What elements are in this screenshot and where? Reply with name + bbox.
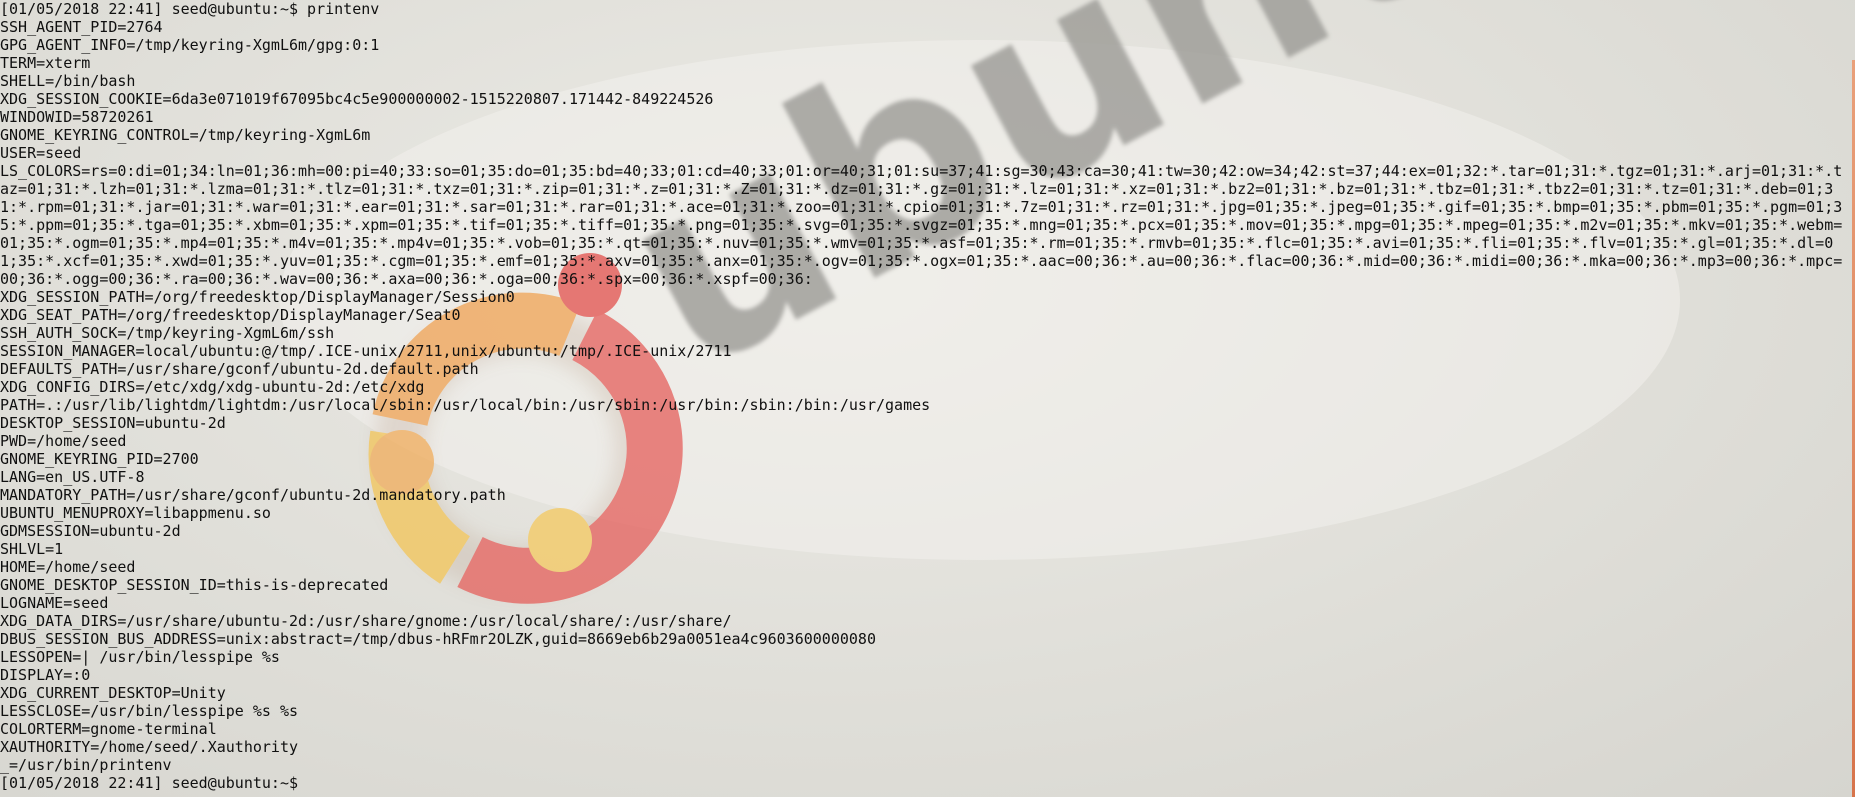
terminal-line: TERM=xterm	[0, 54, 91, 72]
terminal-output[interactable]: [01/05/2018 22:41] seed@ubuntu:~$ printe…	[0, 0, 1850, 792]
terminal-line: PATH=.:/usr/lib/lightdm/lightdm:/usr/loc…	[0, 396, 931, 414]
terminal-line: GNOME_KEYRING_PID=2700	[0, 450, 199, 468]
terminal-prompt: [01/05/2018 22:41] seed@ubuntu:~$	[0, 774, 308, 792]
terminal-line: SESSION_MANAGER=local/ubuntu:@/tmp/.ICE-…	[0, 342, 732, 360]
terminal-line: DBUS_SESSION_BUS_ADDRESS=unix:abstract=/…	[0, 630, 876, 648]
terminal-line: COLORTERM=gnome-terminal	[0, 720, 217, 738]
terminal-line: LOGNAME=seed	[0, 594, 109, 612]
terminal-line: SSH_AGENT_PID=2764	[0, 18, 163, 36]
terminal-line: WINDOWID=58720261	[0, 108, 154, 126]
terminal-line: UBUNTU_MENUPROXY=libappmenu.so	[0, 504, 271, 522]
terminal-line: SSH_AUTH_SOCK=/tmp/keyring-XgmL6m/ssh	[0, 324, 335, 342]
terminal-line: PWD=/home/seed	[0, 432, 127, 450]
terminal-line: XDG_DATA_DIRS=/usr/share/ubuntu-2d:/usr/…	[0, 612, 732, 630]
terminal-line: XDG_SEAT_PATH=/org/freedesktop/DisplayMa…	[0, 306, 461, 324]
terminal-line: USER=seed	[0, 144, 82, 162]
terminal-line: GNOME_KEYRING_CONTROL=/tmp/keyring-XgmL6…	[0, 126, 371, 144]
terminal-line: XDG_CONFIG_DIRS=/etc/xdg/xdg-ubuntu-2d:/…	[0, 378, 425, 396]
terminal-line: GDMSESSION=ubuntu-2d	[0, 522, 181, 540]
terminal-line: [01/05/2018 22:41] seed@ubuntu:~$ printe…	[0, 0, 380, 18]
terminal-line: _=/usr/bin/printenv	[0, 756, 172, 774]
terminal-prompt-line[interactable]: [01/05/2018 22:41] seed@ubuntu:~$	[0, 774, 1850, 792]
terminal-line: GNOME_DESKTOP_SESSION_ID=this-is-depreca…	[0, 576, 389, 594]
terminal-line: XDG_SESSION_COOKIE=6da3e071019f67095bc4c…	[0, 90, 714, 108]
ls-colors-line: LS_COLORS=rs=0:di=01;34:ln=01;36:mh=00:p…	[0, 162, 1843, 288]
terminal-line: SHELL=/bin/bash	[0, 72, 136, 90]
terminal-cursor	[307, 776, 316, 792]
terminal-line: LESSCLOSE=/usr/bin/lesspipe %s %s	[0, 702, 299, 720]
terminal-line: LESSOPEN=| /usr/bin/lesspipe %s	[0, 648, 280, 666]
terminal-line: SHLVL=1	[0, 540, 64, 558]
terminal-line: GPG_AGENT_INFO=/tmp/keyring-XgmL6m/gpg:0…	[0, 36, 380, 54]
terminal-line: XAUTHORITY=/home/seed/.Xauthority	[0, 738, 299, 756]
terminal-window[interactable]: ubuntu [01/05/2018 22:41] seed@ubuntu:~$…	[0, 0, 1855, 797]
terminal-line: XDG_SESSION_PATH=/org/freedesktop/Displa…	[0, 288, 515, 306]
terminal-line: MANDATORY_PATH=/usr/share/gconf/ubuntu-2…	[0, 486, 506, 504]
terminal-line: DESKTOP_SESSION=ubuntu-2d	[0, 414, 226, 432]
terminal-line: XDG_CURRENT_DESKTOP=Unity	[0, 684, 226, 702]
terminal-line: DEFAULTS_PATH=/usr/share/gconf/ubuntu-2d…	[0, 360, 479, 378]
terminal-line: LANG=en_US.UTF-8	[0, 468, 145, 486]
terminal-line: DISPLAY=:0	[0, 666, 91, 684]
terminal-line: HOME=/home/seed	[0, 558, 136, 576]
